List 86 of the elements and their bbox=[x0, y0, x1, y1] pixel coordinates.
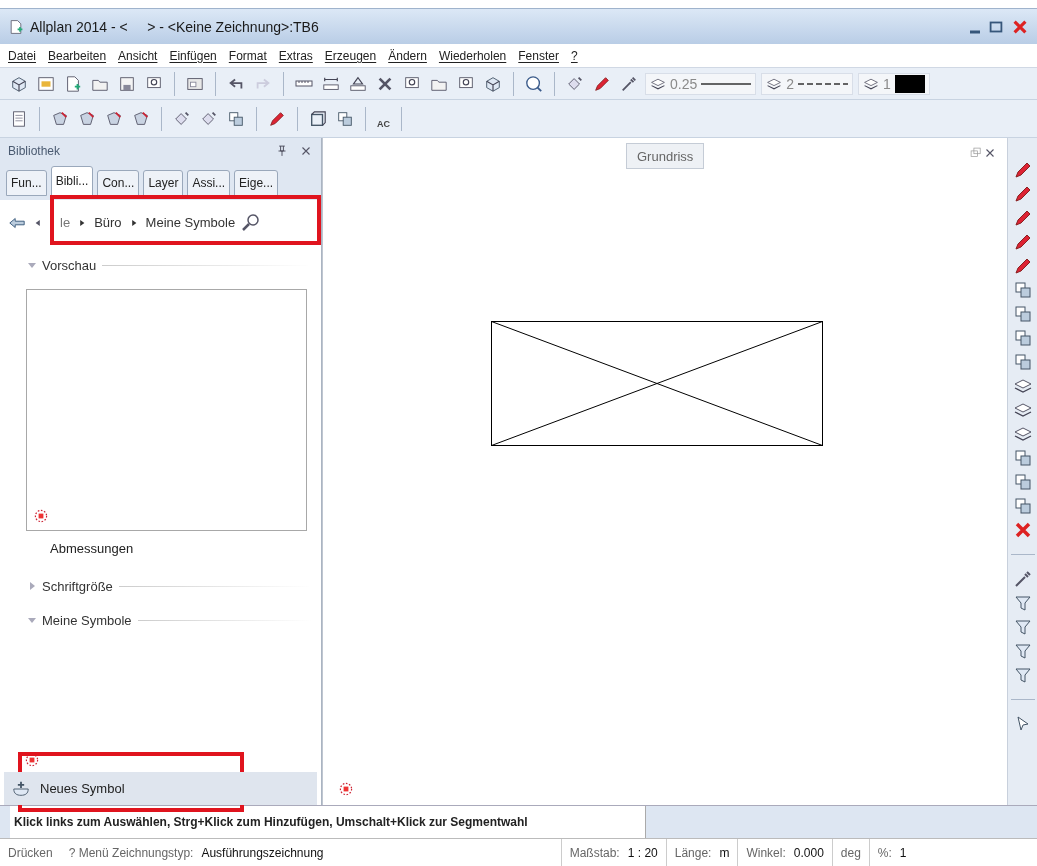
squares-icon bbox=[1012, 280, 1033, 300]
panel-tab[interactable]: Con... bbox=[97, 170, 140, 196]
expanded-arrow-icon[interactable] bbox=[28, 616, 36, 624]
list-item-label: Neues Symbol bbox=[40, 781, 125, 796]
plus-bowl-icon bbox=[12, 779, 30, 798]
menu-item[interactable]: Ansicht bbox=[118, 48, 158, 63]
pencil-icon bbox=[1012, 208, 1033, 228]
cube-icon bbox=[484, 74, 502, 93]
collapsed-arrow-icon[interactable] bbox=[28, 582, 36, 590]
floppy-icon bbox=[118, 74, 136, 93]
status-label: Maßstab: bbox=[569, 845, 620, 860]
status-label: Winkel: bbox=[746, 845, 786, 860]
status-label: Drücken bbox=[8, 845, 53, 860]
panel-tab[interactable]: Bibli... bbox=[50, 166, 94, 196]
squares-icon bbox=[1012, 352, 1033, 372]
target-icon bbox=[338, 781, 354, 797]
squares-icon bbox=[1012, 472, 1033, 492]
menu-item[interactable]: ? bbox=[570, 48, 578, 63]
prompt-text: Klick links zum Auswählen, Strg+Klick zum Hinzufügen, Umschalt+Klick zur Segmentwahl bbox=[10, 806, 646, 838]
target-icon bbox=[33, 508, 49, 524]
expanded-arrow-icon[interactable] bbox=[28, 261, 36, 269]
triangle-ruler-icon bbox=[349, 74, 367, 93]
panel-tab[interactable]: Assi... bbox=[187, 170, 231, 196]
menu-item[interactable]: Format bbox=[228, 48, 267, 63]
list-item[interactable]: Neues Symbol bbox=[4, 772, 317, 805]
pencil-icon bbox=[268, 109, 286, 128]
ruler-icon bbox=[295, 80, 313, 87]
restore-icon bbox=[969, 146, 983, 160]
breadcrumb-item[interactable]: le bbox=[60, 215, 71, 230]
panel-tab[interactable]: Layer bbox=[143, 170, 184, 196]
status-value: Ausführungszeichnung bbox=[201, 845, 324, 860]
pencil-icon bbox=[1012, 184, 1033, 204]
squares-icon bbox=[336, 109, 354, 128]
status-label: deg bbox=[840, 845, 861, 860]
dimensions-label: Abmessungen bbox=[50, 541, 135, 556]
app-logo-icon bbox=[8, 18, 24, 35]
panel-tab[interactable]: Eige... bbox=[234, 170, 279, 196]
section-title[interactable]: Schriftgröße bbox=[42, 578, 113, 594]
status-value: 1 bbox=[899, 845, 907, 860]
status-label: ? Menü Zeichnungstyp: bbox=[68, 845, 194, 860]
menu-item[interactable]: Datei bbox=[8, 48, 36, 63]
dashed-line-icon bbox=[798, 81, 849, 86]
page-icon bbox=[64, 74, 82, 93]
panel-tab[interactable]: Fun... bbox=[6, 170, 47, 196]
menu-item[interactable]: Wiederholen bbox=[438, 48, 507, 63]
ac-button[interactable]: AC bbox=[375, 108, 392, 129]
menu-item[interactable]: Extras bbox=[278, 48, 313, 63]
squares-icon bbox=[227, 109, 245, 128]
breadcrumb-item[interactable]: Büro bbox=[94, 215, 122, 230]
menu-item[interactable]: Erzeugen bbox=[324, 48, 377, 63]
squares-icon bbox=[1012, 448, 1033, 468]
status-value: m bbox=[719, 845, 730, 860]
funnel-icon bbox=[1012, 617, 1033, 637]
section-title[interactable]: Vorschau bbox=[42, 257, 97, 273]
squares-icon bbox=[1012, 328, 1033, 348]
pencil-icon bbox=[1012, 160, 1033, 180]
pipette-icon bbox=[620, 74, 638, 93]
status-value: 1 : 20 bbox=[627, 845, 658, 860]
status-label: %: bbox=[877, 845, 892, 860]
pencil-icon bbox=[593, 74, 611, 93]
color-swatch bbox=[894, 74, 925, 93]
squares-icon bbox=[1012, 304, 1033, 324]
squares-icon bbox=[1012, 496, 1033, 516]
search-icon bbox=[241, 212, 262, 233]
menu-item[interactable]: Ändern bbox=[388, 48, 427, 63]
window-title: Allplan 2014 - < > - <Keine Zeichnung>:TB6 bbox=[30, 18, 320, 35]
panel-title: Bibliothek bbox=[8, 143, 62, 158]
line-sample-icon bbox=[701, 81, 752, 86]
pencil-icon bbox=[1012, 256, 1033, 276]
status-value: 0.000 bbox=[793, 845, 824, 860]
funnel-icon bbox=[1012, 641, 1033, 661]
minimize-icon bbox=[969, 30, 981, 34]
funnel-icon bbox=[1012, 665, 1033, 685]
box-outline-icon bbox=[309, 109, 327, 128]
pencil-icon bbox=[1012, 232, 1033, 252]
view-tab[interactable]: Grundriss bbox=[626, 143, 705, 169]
section-title[interactable]: Meine Symbole bbox=[42, 612, 132, 628]
cube-icon bbox=[10, 74, 28, 93]
grid-icon bbox=[37, 74, 55, 93]
menu-item[interactable]: Bearbeiten bbox=[48, 48, 107, 63]
menu-item[interactable]: Fenster bbox=[518, 48, 559, 63]
list-icon bbox=[10, 109, 28, 128]
menu-item[interactable]: Einfügen bbox=[169, 48, 217, 63]
status-label: Länge: bbox=[674, 845, 712, 860]
breadcrumb-item[interactable]: Meine Symbole bbox=[145, 215, 236, 230]
funnel-icon bbox=[1012, 593, 1033, 613]
